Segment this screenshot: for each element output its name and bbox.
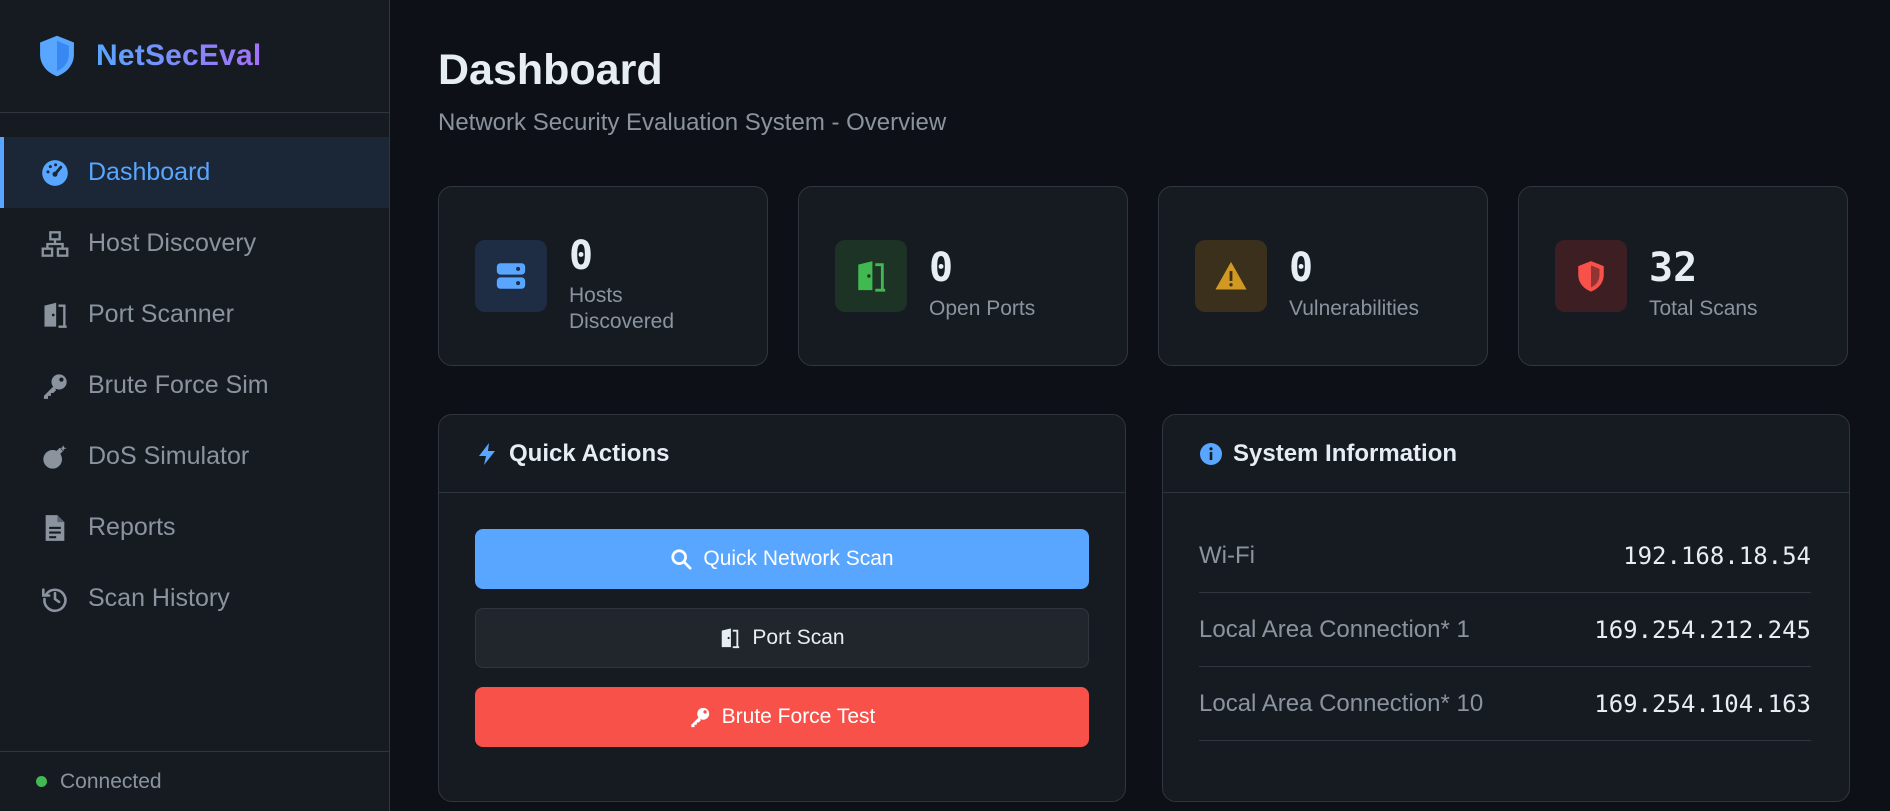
info-row-local-area-connection-1: Local Area Connection* 1 169.254.212.245 [1199,593,1811,667]
key-icon [690,707,709,728]
info-row-wifi: Wi-Fi 192.168.18.54 [1199,519,1811,593]
stat-card-hosts: 0 Hosts Discovered [438,186,768,366]
info-value: 169.254.104.163 [1594,689,1811,718]
sidebar-item-label: Host Discovery [88,229,257,257]
panel-title: System Information [1233,439,1458,467]
shield-alert-icon [1555,240,1627,312]
door-icon [722,628,740,649]
sidebar-item-brute-force-sim[interactable]: Brute Force Sim [0,350,389,421]
history-icon [40,584,70,614]
quick-actions-panel: Quick Actions Quick Network Scan Port Sc… [438,414,1126,802]
brand[interactable]: NetSecEval [0,0,389,113]
sidebar-item-reports[interactable]: Reports [0,492,389,563]
document-icon [40,513,70,543]
door-icon [40,300,70,330]
page-subtitle: Network Security Evaluation System - Ove… [438,109,947,136]
sidebar-item-label: DoS Simulator [88,442,250,470]
info-label: Local Area Connection* 10 [1199,689,1484,717]
door-open-icon [835,240,907,312]
sidebar-item-port-scanner[interactable]: Port Scanner [0,279,389,350]
stat-card-vulnerabilities: 0 Vulnerabilities [1158,186,1488,366]
system-information-panel: System Information Wi-Fi 192.168.18.54 L… [1162,414,1850,802]
info-row-local-area-connection-10: Local Area Connection* 10 169.254.104.16… [1199,667,1811,741]
gauge-icon [40,158,70,188]
stat-value: 0 [1289,245,1314,291]
status-label: Connected [60,769,162,793]
sidebar-item-label: Port Scanner [88,300,234,328]
brand-name: NetSecEval [96,39,262,72]
stat-label: Open Ports [929,297,1036,320]
network-icon [40,229,70,259]
button-label: Brute Force Test [721,705,876,728]
server-icon [475,240,547,312]
bolt-icon [479,442,495,465]
panel-header: System Information [1163,415,1849,493]
panel-header: Quick Actions [439,415,1125,493]
info-value: 192.168.18.54 [1623,541,1811,570]
stat-card-open-ports: 0 Open Ports [798,186,1128,366]
status-dot-icon [36,776,47,787]
stat-value: 0 [569,233,594,279]
button-label: Quick Network Scan [703,547,894,570]
info-icon [1200,442,1222,465]
stat-value: 32 [1649,245,1698,291]
sidebar-item-dashboard[interactable]: Dashboard [0,137,389,208]
stat-label: Hosts [569,284,623,307]
sidebar-item-label: Brute Force Sim [88,371,269,399]
info-value: 169.254.212.245 [1594,615,1811,644]
shield-icon [40,35,74,77]
sidebar-item-host-discovery[interactable]: Host Discovery [0,208,389,279]
quick-network-scan-button[interactable]: Quick Network Scan [475,529,1089,589]
warning-icon [1195,240,1267,312]
brute-force-test-button[interactable]: Brute Force Test [475,687,1089,747]
stat-label: Vulnerabilities [1289,297,1419,320]
sidebar-item-label: Scan History [88,584,230,612]
stat-label: Total Scans [1649,297,1758,320]
panel-title: Quick Actions [509,439,670,467]
bomb-icon [40,442,70,472]
sidebar-item-scan-history[interactable]: Scan History [0,563,389,634]
port-scan-button[interactable]: Port Scan [475,608,1089,668]
connection-status: Connected [0,751,389,811]
stat-card-total-scans: 32 Total Scans [1518,186,1848,366]
key-icon [40,371,70,401]
sidebar-item-dos-simulator[interactable]: DoS Simulator [0,421,389,492]
sidebar: NetSecEval Dashboard Host Discovery Port… [0,0,390,811]
stat-label-line2: Discovered [569,310,675,333]
stat-value: 0 [929,245,954,291]
info-label: Local Area Connection* 1 [1199,615,1470,643]
sidebar-item-label: Reports [88,513,176,541]
button-label: Port Scan [752,626,845,649]
sidebar-nav: Dashboard Host Discovery Port Scanner Br… [0,137,389,634]
sidebar-item-label: Dashboard [88,158,211,186]
info-label: Wi-Fi [1199,541,1255,569]
search-icon [671,549,692,570]
page-title: Dashboard [438,46,663,94]
